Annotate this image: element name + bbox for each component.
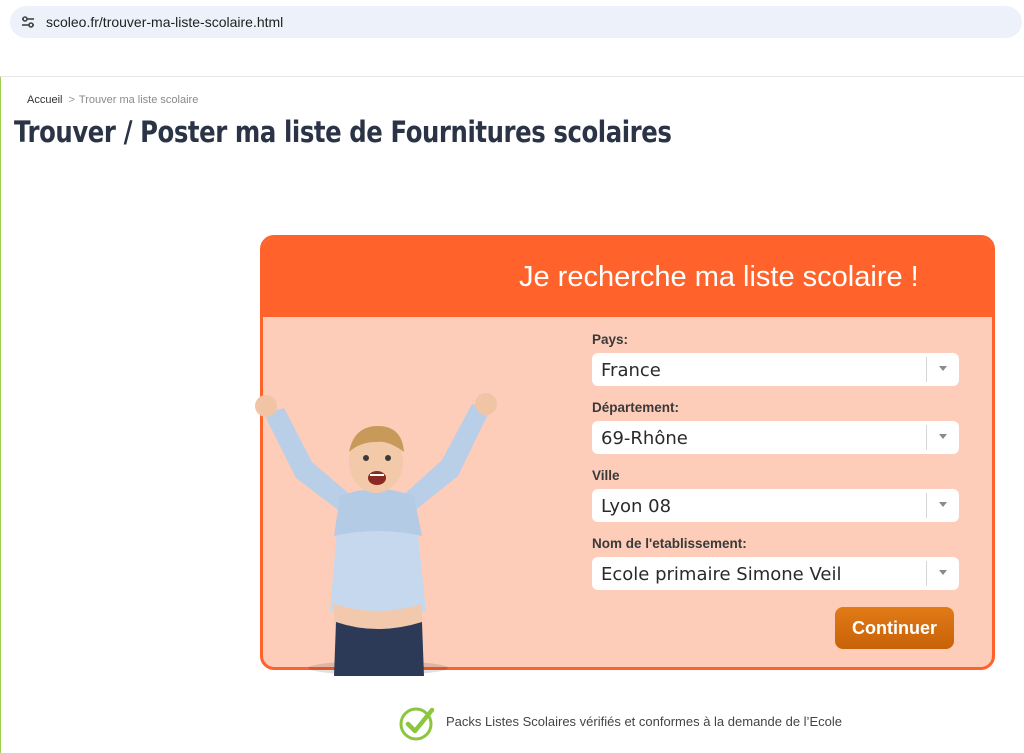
department-label: Département:	[592, 400, 680, 415]
department-select-value: 69-Rhône	[601, 428, 688, 449]
page-left-border	[0, 77, 1, 753]
chevron-down-icon[interactable]	[939, 502, 947, 507]
check-circle-icon	[399, 707, 435, 741]
search-card-title: Je recherche ma liste scolaire !	[519, 261, 919, 293]
toolbar-divider	[0, 76, 1024, 77]
search-card-header: Je recherche ma liste scolaire !	[263, 238, 992, 317]
child-cheering-image	[255, 393, 497, 676]
select-divider	[926, 425, 927, 450]
address-bar[interactable]: scoleo.fr/trouver-ma-liste-scolaire.html	[10, 6, 1022, 38]
school-search-form: Pays: France Département: 69-Rhône Ville…	[592, 332, 960, 604]
country-select[interactable]: France	[592, 353, 959, 386]
city-label: Ville	[592, 468, 620, 483]
city-select[interactable]: Lyon 08	[592, 489, 959, 522]
city-select-value: Lyon 08	[601, 496, 672, 517]
school-select-value: Ecole primaire Simone Veil	[601, 564, 842, 585]
country-select-value: France	[601, 360, 661, 381]
school-select[interactable]: Ecole primaire Simone Veil	[592, 557, 959, 590]
select-divider	[926, 357, 927, 382]
url-text[interactable]: scoleo.fr/trouver-ma-liste-scolaire.html	[46, 14, 283, 30]
breadcrumb: Accueil > Trouver ma liste scolaire	[27, 94, 198, 106]
department-select[interactable]: 69-Rhône	[592, 421, 959, 454]
breadcrumb-current: Trouver ma liste scolaire	[78, 94, 199, 106]
chevron-down-icon[interactable]	[939, 570, 947, 575]
site-info-icon[interactable]	[19, 13, 37, 31]
page-title: Trouver / Poster ma liste de Fournitures…	[14, 115, 672, 149]
school-label: Nom de l'etablissement:	[592, 536, 747, 551]
reassurance-text: Packs Listes Scolaires vérifiés et confo…	[446, 714, 842, 729]
select-divider	[926, 561, 927, 586]
breadcrumb-home-link[interactable]: Accueil	[27, 94, 62, 106]
country-label: Pays:	[592, 332, 629, 347]
select-divider	[926, 493, 927, 518]
chevron-down-icon[interactable]	[939, 434, 947, 439]
breadcrumb-separator: >	[68, 94, 75, 106]
continue-button[interactable]: Continuer	[835, 607, 954, 649]
chevron-down-icon[interactable]	[939, 366, 947, 371]
